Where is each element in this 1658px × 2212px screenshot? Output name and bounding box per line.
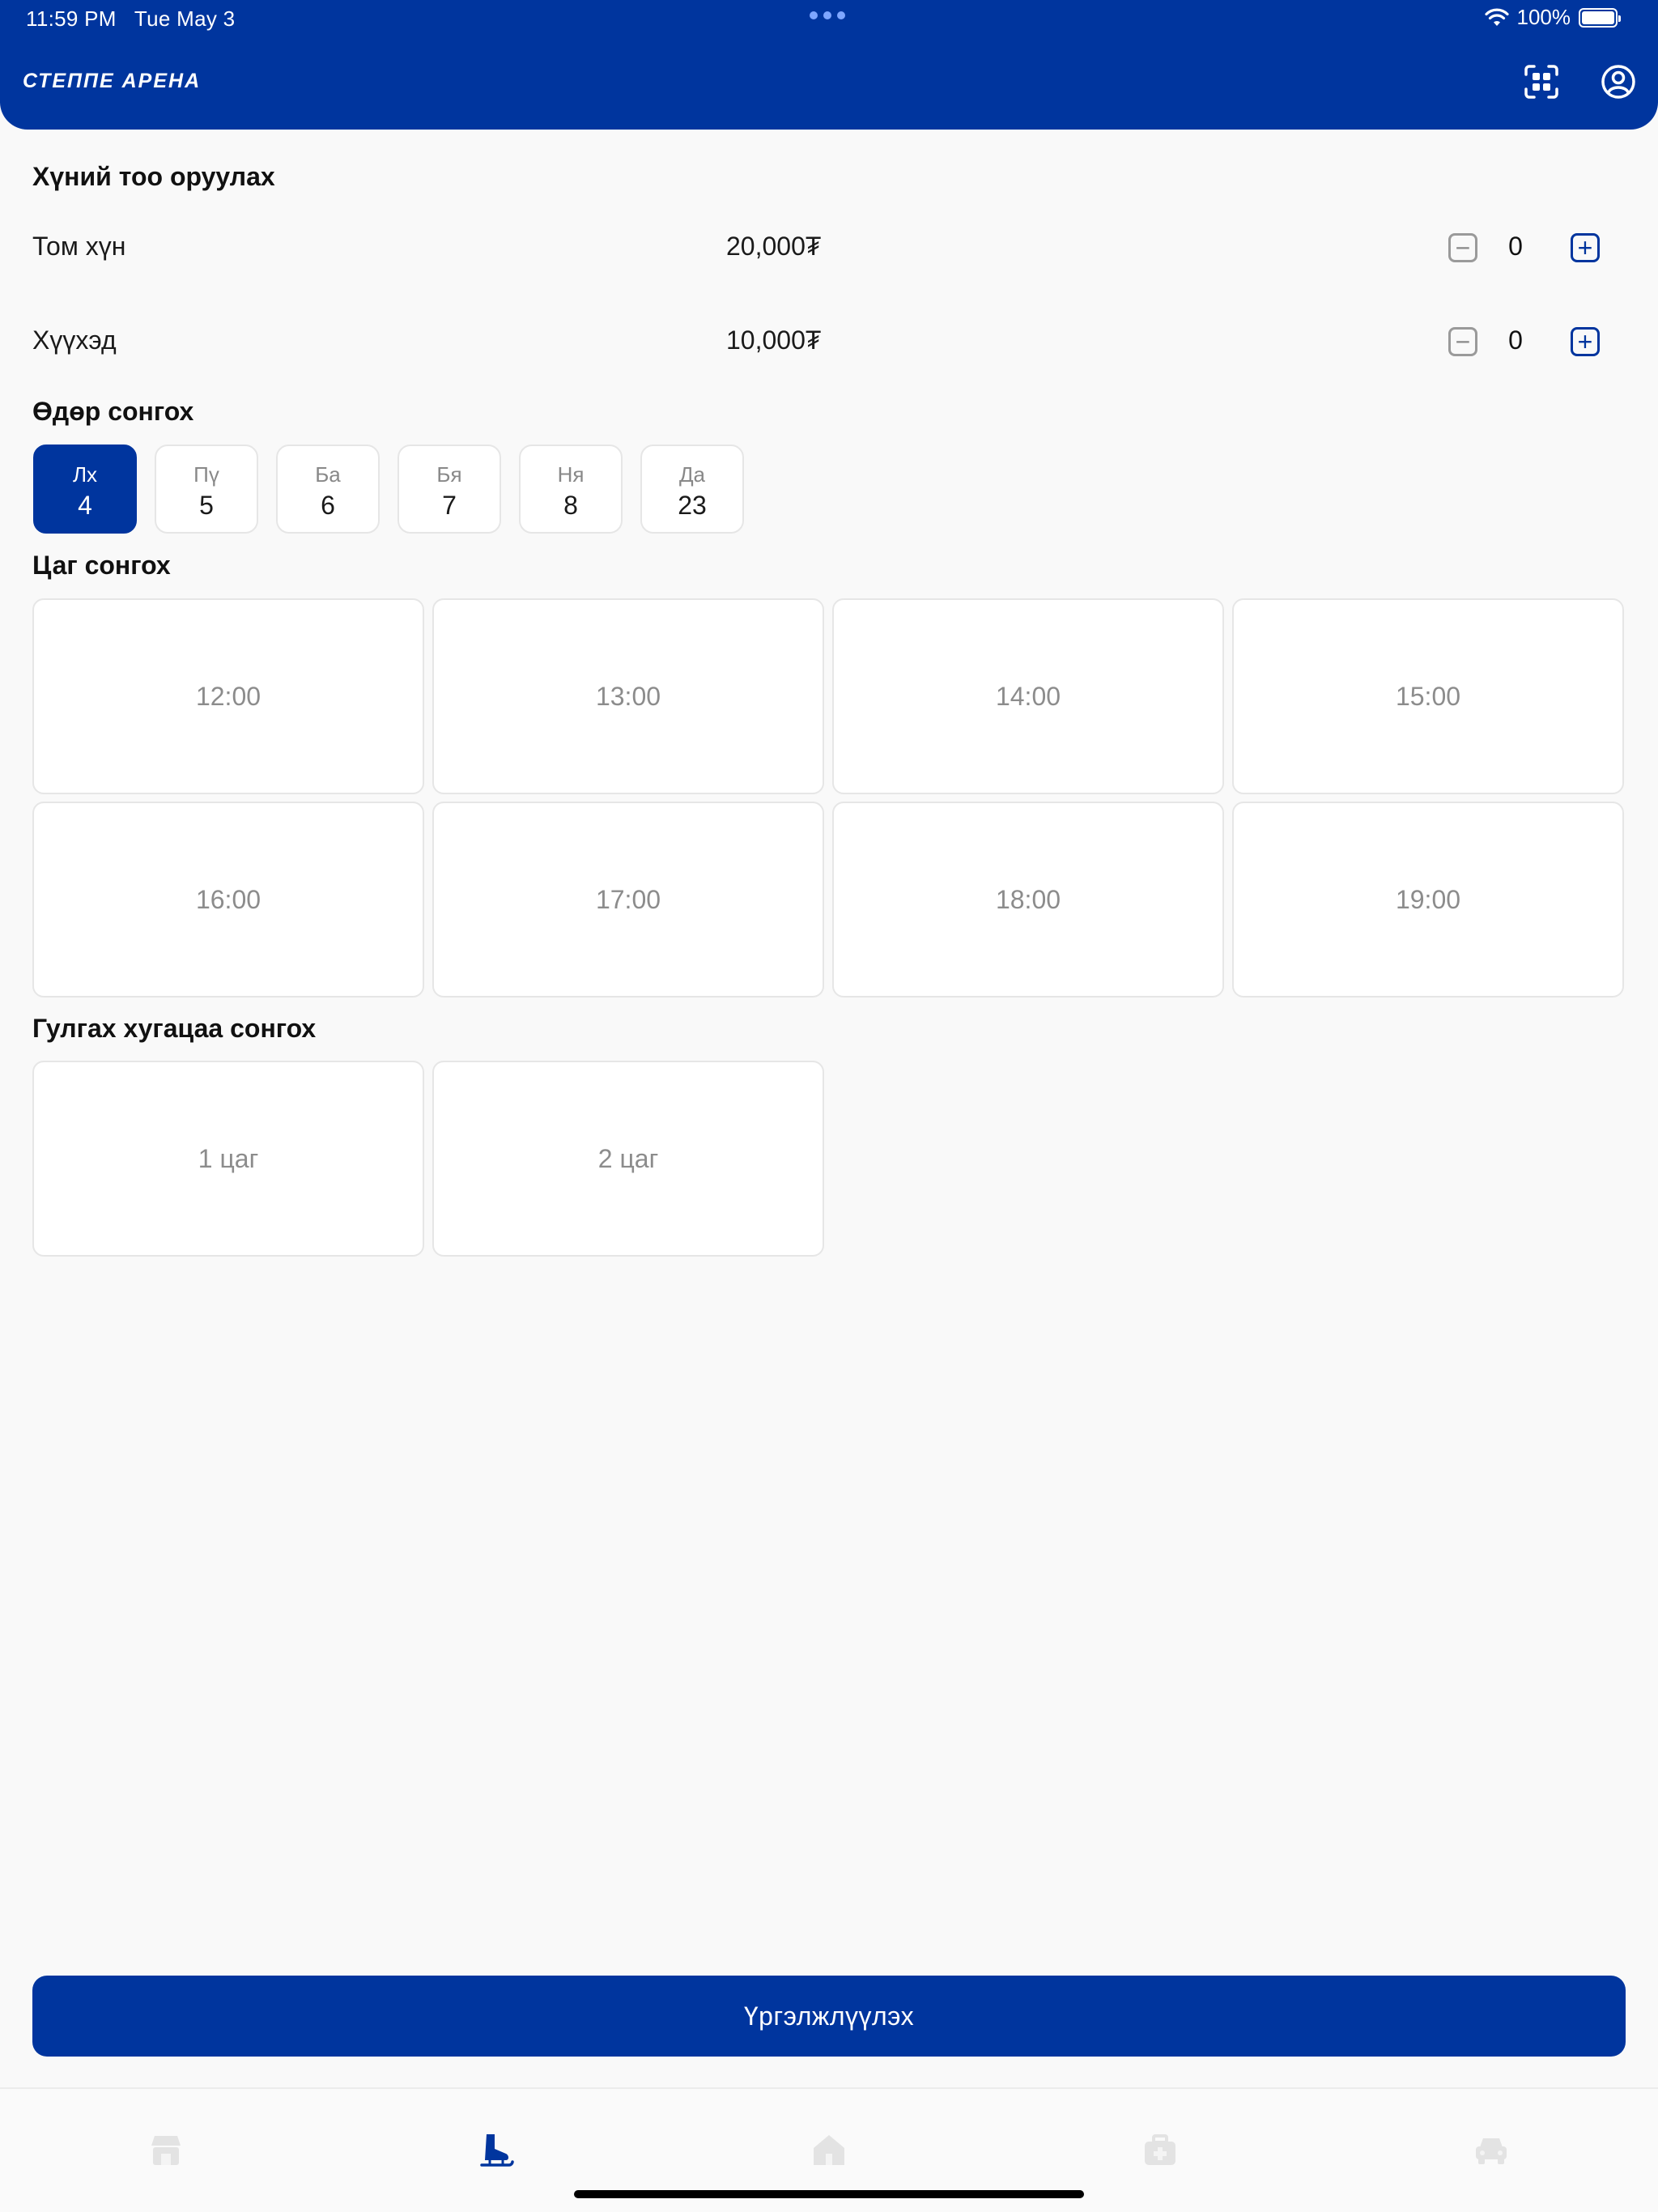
status-date: Tue May 3: [134, 6, 236, 31]
status-indicators: 100%: [1484, 5, 1621, 30]
adult-count: 0: [1508, 232, 1523, 261]
increment-child-button[interactable]: +: [1571, 327, 1600, 356]
duration-option[interactable]: 2 цаг: [432, 1061, 824, 1257]
passenger-row-child: Хүүхэд 10,000₮ − 0 +: [32, 317, 1626, 366]
day-number: 5: [199, 491, 214, 520]
battery-icon: [1579, 7, 1621, 28]
day-card[interactable]: Да 23: [640, 445, 744, 534]
day-number: 6: [321, 491, 335, 520]
status-clock: 11:59 PM: [26, 6, 117, 31]
app-header: 11:59 PM Tue May 3 100% СТЕППЕ АРЕНА: [0, 0, 1658, 130]
time-slot[interactable]: 16:00: [32, 802, 424, 998]
day-card-selected[interactable]: Лх 4: [33, 445, 137, 534]
time-slot[interactable]: 18:00: [832, 802, 1224, 998]
battery-percent: 100%: [1516, 5, 1571, 29]
status-time: 11:59 PM Tue May 3: [26, 6, 235, 32]
home-icon[interactable]: [810, 2131, 848, 2170]
home-indicator[interactable]: [574, 2190, 1084, 2198]
day-number: 23: [678, 491, 707, 520]
time-slot[interactable]: 12:00: [32, 598, 424, 794]
ice-skate-icon[interactable]: [477, 2131, 516, 2170]
passenger-price: 10,000₮: [726, 325, 822, 355]
day-of-week: Ня: [557, 462, 585, 487]
day-card[interactable]: Пү 5: [155, 445, 258, 534]
section-title-day: Өдөр сонгох: [32, 397, 194, 426]
brand-logo: СТЕППЕ АРЕНА: [23, 70, 202, 92]
increment-adult-button[interactable]: +: [1571, 233, 1600, 262]
day-of-week: Да: [678, 462, 706, 487]
passenger-price: 20,000₮: [726, 232, 822, 261]
continue-button[interactable]: Үргэлжлүүлэх: [32, 1976, 1626, 2057]
day-of-week: Бя: [436, 462, 462, 487]
profile-icon[interactable]: [1600, 63, 1637, 100]
passenger-label: Хүүхэд: [32, 325, 117, 355]
day-number: 4: [78, 491, 92, 520]
decrement-child-button[interactable]: −: [1448, 327, 1477, 356]
first-aid-icon[interactable]: [1141, 2131, 1180, 2170]
time-slot[interactable]: 19:00: [1232, 802, 1624, 998]
passenger-row-adult: Том хүн 20,000₮ − 0 +: [32, 223, 1626, 272]
day-card[interactable]: Ня 8: [519, 445, 623, 534]
car-icon[interactable]: [1472, 2131, 1511, 2170]
section-title-passengers: Хүний тоо оруулах: [32, 162, 275, 191]
day-of-week: Ба: [315, 462, 341, 487]
day-of-week: Пү: [193, 462, 219, 487]
time-slot[interactable]: 14:00: [832, 598, 1224, 794]
qr-scan-icon[interactable]: [1523, 63, 1560, 100]
decrement-adult-button[interactable]: −: [1448, 233, 1477, 262]
wifi-icon: [1484, 8, 1509, 26]
day-number: 8: [563, 491, 578, 520]
day-of-week: Лх: [72, 462, 98, 487]
day-card[interactable]: Бя 7: [397, 445, 501, 534]
child-count: 0: [1508, 325, 1523, 355]
time-slot[interactable]: 17:00: [432, 802, 824, 998]
time-slot[interactable]: 15:00: [1232, 598, 1624, 794]
multitasking-dots-icon[interactable]: [810, 11, 845, 19]
day-number: 7: [442, 491, 457, 520]
section-title-duration: Гулгах хугацаа сонгох: [32, 1014, 317, 1043]
day-card[interactable]: Ба 6: [276, 445, 380, 534]
section-title-time: Цаг сонгох: [32, 551, 171, 580]
store-icon[interactable]: [147, 2131, 185, 2170]
duration-option[interactable]: 1 цаг: [32, 1061, 424, 1257]
time-slot[interactable]: 13:00: [432, 598, 824, 794]
passenger-label: Том хүн: [32, 232, 126, 261]
